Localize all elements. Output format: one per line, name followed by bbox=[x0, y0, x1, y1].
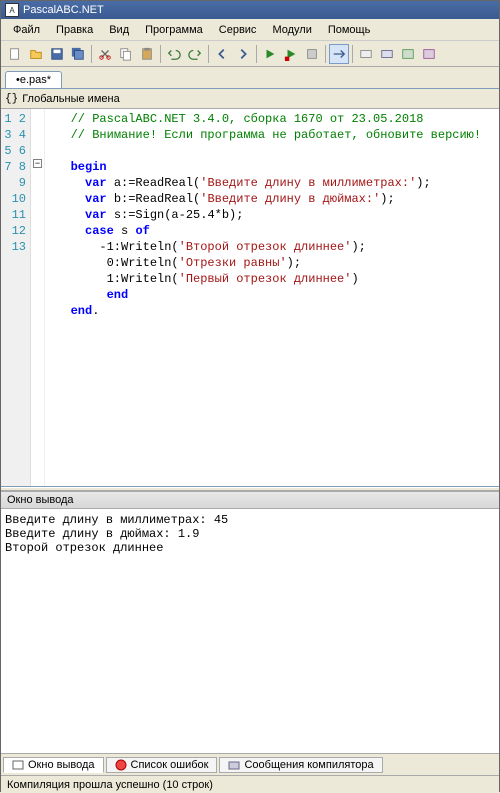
menu-modules[interactable]: Модули bbox=[264, 22, 319, 38]
toolbar-separator bbox=[352, 45, 353, 63]
scope-bar: {} Глобальные имена bbox=[1, 89, 499, 109]
output-panel-title: Окно вывода bbox=[1, 491, 499, 509]
step-over-button[interactable] bbox=[356, 44, 376, 64]
step-out-button[interactable] bbox=[377, 44, 397, 64]
compiler-icon bbox=[228, 759, 240, 771]
error-icon bbox=[115, 759, 127, 771]
line-gutter: 1 2 3 4 5 6 7 8 9 10 11 12 13 bbox=[1, 109, 31, 486]
file-tab[interactable]: •e.pas* bbox=[5, 71, 62, 88]
status-text: Компиляция прошла успешно (10 строк) bbox=[7, 779, 213, 791]
copy-button[interactable] bbox=[116, 44, 136, 64]
paste-button[interactable] bbox=[137, 44, 157, 64]
menu-view[interactable]: Вид bbox=[101, 22, 137, 38]
undo-button[interactable] bbox=[164, 44, 184, 64]
save-button[interactable] bbox=[47, 44, 67, 64]
output-icon bbox=[12, 759, 24, 771]
cut-button[interactable] bbox=[95, 44, 115, 64]
toolbar-separator bbox=[256, 45, 257, 63]
window-title: PascalABC.NET bbox=[23, 4, 104, 16]
menu-program[interactable]: Программа bbox=[137, 22, 211, 38]
step-into-button[interactable] bbox=[329, 44, 349, 64]
toolbar-separator bbox=[91, 45, 92, 63]
app-icon: A bbox=[5, 3, 19, 17]
build-button[interactable] bbox=[419, 44, 439, 64]
code-editor[interactable]: 1 2 3 4 5 6 7 8 9 10 11 12 13 − // Pasca… bbox=[1, 109, 499, 487]
compile-button[interactable] bbox=[398, 44, 418, 64]
fold-column: − bbox=[31, 109, 45, 486]
nav-back-button[interactable] bbox=[212, 44, 232, 64]
toolbar-separator bbox=[208, 45, 209, 63]
tab-compiler-label: Сообщения компилятора bbox=[244, 759, 373, 771]
new-file-button[interactable] bbox=[5, 44, 25, 64]
menu-help[interactable]: Помощь bbox=[320, 22, 379, 38]
bottom-tab-bar: Окно вывода Список ошибок Сообщения комп… bbox=[1, 753, 499, 775]
tab-errors[interactable]: Список ошибок bbox=[106, 757, 218, 773]
status-bar: Компиляция прошла успешно (10 строк) bbox=[1, 775, 499, 793]
menu-bar: Файл Правка Вид Программа Сервис Модули … bbox=[1, 19, 499, 41]
title-bar: A PascalABC.NET bbox=[1, 1, 499, 19]
tab-output-label: Окно вывода bbox=[28, 759, 95, 771]
tab-output[interactable]: Окно вывода bbox=[3, 757, 104, 773]
save-all-button[interactable] bbox=[68, 44, 88, 64]
stop-button[interactable] bbox=[302, 44, 322, 64]
menu-service[interactable]: Сервис bbox=[211, 22, 265, 38]
menu-file[interactable]: Файл bbox=[5, 22, 48, 38]
tab-errors-label: Список ошибок bbox=[131, 759, 209, 771]
output-panel[interactable]: Введите длину в миллиметрах: 45 Введите … bbox=[1, 509, 499, 753]
tab-compiler[interactable]: Сообщения компилятора bbox=[219, 757, 382, 773]
menu-edit[interactable]: Правка bbox=[48, 22, 101, 38]
toolbar bbox=[1, 41, 499, 67]
scope-label[interactable]: Глобальные имена bbox=[22, 93, 120, 105]
editor-tab-bar: •e.pas* bbox=[1, 67, 499, 89]
nav-forward-button[interactable] bbox=[233, 44, 253, 64]
open-file-button[interactable] bbox=[26, 44, 46, 64]
code-area[interactable]: // PascalABC.NET 3.4.0, сборка 1670 от 2… bbox=[45, 109, 499, 486]
toolbar-separator bbox=[325, 45, 326, 63]
braces-icon: {} bbox=[5, 93, 18, 105]
redo-button[interactable] bbox=[185, 44, 205, 64]
fold-toggle[interactable]: − bbox=[33, 159, 42, 168]
toolbar-separator bbox=[160, 45, 161, 63]
run-without-debug-button[interactable] bbox=[281, 44, 301, 64]
run-button[interactable] bbox=[260, 44, 280, 64]
